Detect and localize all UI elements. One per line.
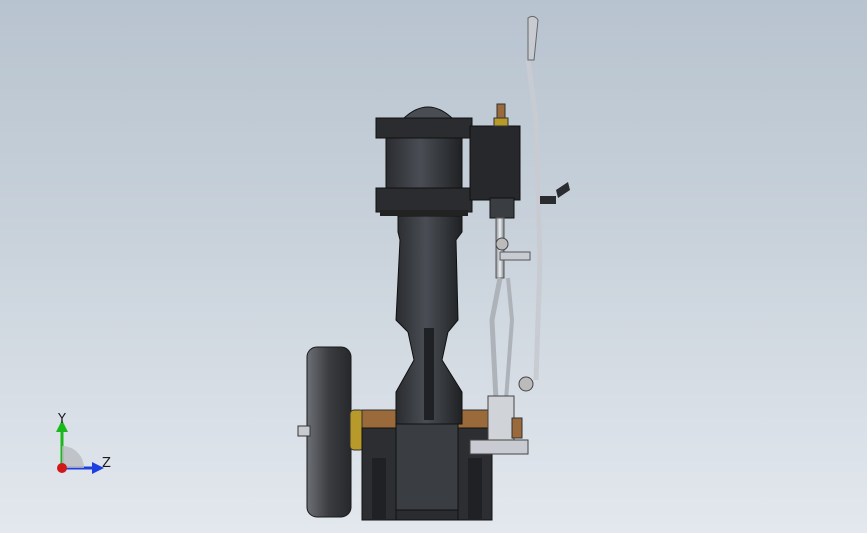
- steam-engine-model[interactable]: [0, 0, 867, 533]
- steam-chest[interactable]: [469, 103, 521, 219]
- x-axis-dot: [57, 463, 67, 473]
- reversing-lever[interactable]: [525, 15, 570, 381]
- engine-base[interactable]: [361, 419, 493, 521]
- z-axis-label: Z: [102, 456, 111, 471]
- y-axis-label: Y: [58, 412, 66, 427]
- coordinate-triad: [40, 410, 130, 480]
- engine-column[interactable]: [395, 215, 463, 425]
- triad-graphic: [56, 420, 104, 474]
- cylinder[interactable]: [375, 106, 473, 216]
- flywheel[interactable]: [297, 346, 352, 518]
- graphics-viewport[interactable]: Y Z: [0, 0, 867, 533]
